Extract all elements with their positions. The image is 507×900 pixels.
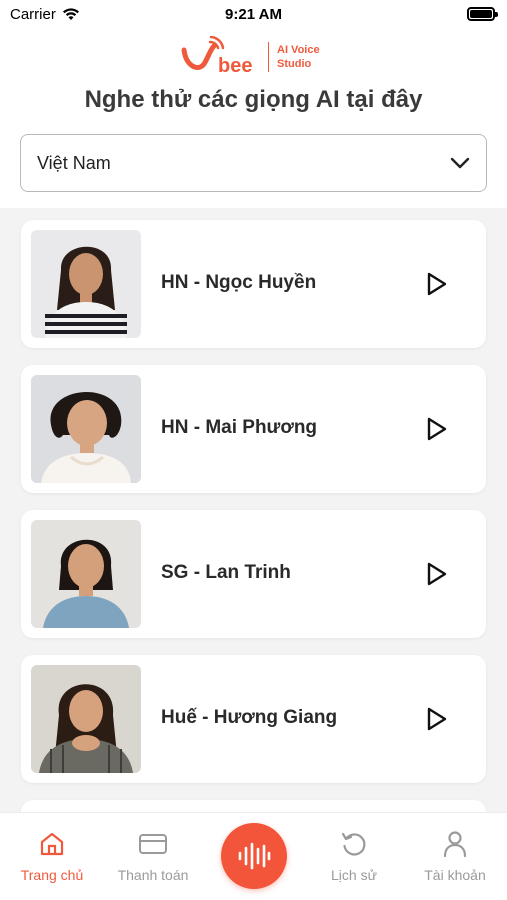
avatar	[31, 375, 141, 483]
play-icon	[427, 272, 447, 296]
tab-home[interactable]: Trang chủ	[2, 829, 102, 883]
record-voice-button[interactable]	[221, 823, 287, 889]
voice-name: HN - Ngọc Huyền	[161, 272, 317, 293]
header: bee AI Voice Studio Nghe thử các giọng A…	[0, 28, 507, 208]
voice-name: SG - Lan Trinh	[161, 562, 291, 583]
battery-icon	[467, 7, 498, 21]
page-title: Nghe thử các giọng AI tại đây	[84, 86, 423, 113]
status-left: Carrier	[10, 6, 80, 23]
voice-name: HN - Mai Phương	[161, 417, 318, 438]
carrier-label: Carrier	[10, 5, 56, 23]
play-icon	[427, 707, 447, 731]
country-select[interactable]: Việt Nam	[20, 134, 487, 192]
tab-payment[interactable]: Thanh toán	[103, 829, 203, 883]
tab-home-label: Trang chủ	[20, 867, 84, 883]
user-icon	[443, 831, 467, 858]
logo: bee AI Voice Studio	[180, 36, 320, 78]
voice-card[interactable]: Huế - Hương Giang	[21, 655, 486, 783]
tab-bar: Trang chủ Thanh toán Lịch sử Tài khoản	[0, 812, 507, 900]
tab-account[interactable]: Tài khoản	[405, 829, 505, 883]
voice-card[interactable]: SG - Lan Trinh	[21, 510, 486, 638]
logo-tagline-line1: AI Voice	[277, 44, 320, 56]
logo-brand-text: bee	[218, 55, 252, 77]
voice-card[interactable]: HN - Mai Phương	[21, 365, 486, 493]
play-button[interactable]	[423, 705, 451, 733]
status-bar: Carrier 9:21 AM	[0, 0, 507, 28]
home-icon	[40, 832, 64, 856]
avatar	[31, 665, 141, 773]
play-button[interactable]	[423, 270, 451, 298]
vbee-logo-mark: bee	[181, 36, 252, 77]
tab-history[interactable]: Lịch sử	[304, 829, 404, 883]
play-button[interactable]	[423, 560, 451, 588]
tab-history-label: Lịch sử	[331, 867, 377, 883]
chevron-down-icon	[450, 157, 470, 169]
history-icon	[341, 832, 366, 856]
logo-tagline: AI Voice Studio	[277, 43, 320, 71]
play-icon	[427, 417, 447, 441]
avatar	[31, 230, 141, 338]
voice-list[interactable]: HN - Ngọc Huyền HN - Mai Phương SG - Lan…	[0, 208, 507, 812]
wifi-icon	[62, 8, 79, 20]
logo-tagline-line2: Studio	[277, 58, 312, 70]
country-select-value: Việt Nam	[37, 152, 111, 173]
voice-name: Huế - Hương Giang	[161, 707, 338, 728]
play-icon	[427, 562, 447, 586]
logo-divider	[268, 42, 269, 72]
sound-wave-icon	[238, 842, 271, 870]
voice-card-partial[interactable]	[21, 800, 486, 812]
tab-account-label: Tài khoản	[424, 867, 486, 883]
play-button[interactable]	[423, 415, 451, 443]
voice-card[interactable]: HN - Ngọc Huyền	[21, 220, 486, 348]
credit-card-icon	[139, 834, 167, 854]
tab-payment-label: Thanh toán	[117, 867, 189, 883]
avatar	[31, 520, 141, 628]
